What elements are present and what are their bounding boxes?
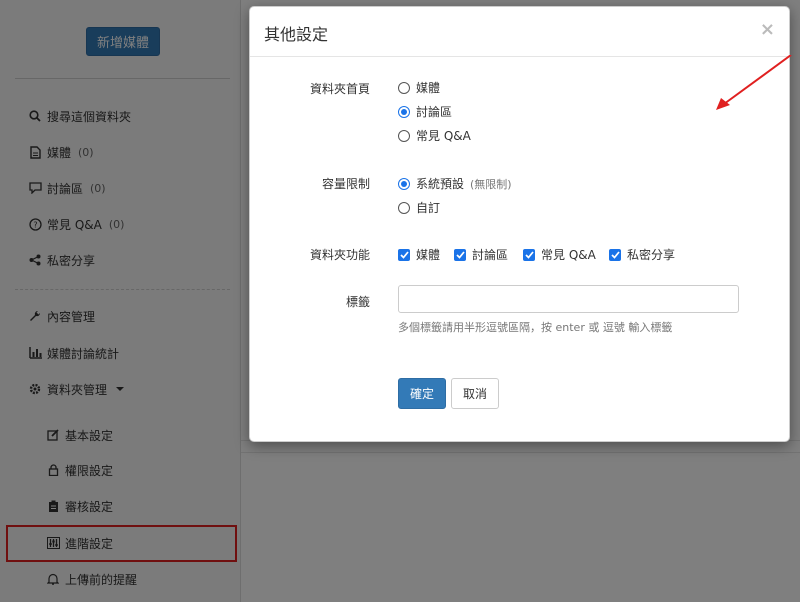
modal-title: 其他設定 [264,25,329,44]
option-label: 自訂 [416,201,441,215]
homepage-label: 資料夾首頁 [309,82,370,96]
option-label: 私密分享 [627,248,676,262]
checkbox-checked[interactable] [398,248,410,261]
cancel-button[interactable]: 取消 [451,378,499,409]
quota-label: 容量限制 [321,177,370,191]
feature-media-checkbox[interactable]: 媒體 [398,246,440,263]
features-label: 資料夾功能 [309,248,370,262]
option-label: 討論區 [416,105,453,119]
tags-label: 標籤 [345,295,370,309]
option-label: 媒體 [416,81,441,95]
radio-button[interactable] [398,129,410,142]
homepage-option-media[interactable]: 媒體 [398,79,440,96]
radio-button-selected[interactable] [398,177,410,190]
tags-input[interactable] [398,285,739,313]
annotation-arrow-icon [716,55,792,110]
option-label: 常見 Q&A [541,248,596,262]
quota-option-custom[interactable]: 自訂 [398,199,440,216]
settings-modal: 其他設定 × 資料夾首頁 媒體 討論區 常見 Q&A 容量限制 系統預設 (無限… [249,6,792,442]
radio-button-selected[interactable] [398,105,410,118]
feature-faq-checkbox[interactable]: 常見 Q&A [523,246,596,263]
checkbox-checked[interactable] [609,248,621,261]
feature-forum-checkbox[interactable]: 討論區 [454,246,508,263]
option-label: 常見 Q&A [416,129,471,143]
option-label: 系統預設 [416,177,465,191]
homepage-option-faq[interactable]: 常見 Q&A [398,127,471,144]
option-label: 媒體 [416,248,441,262]
checkbox-checked[interactable] [523,248,535,261]
option-note: (無限制) [470,177,512,191]
confirm-button[interactable]: 確定 [398,378,446,409]
feature-private-share-checkbox[interactable]: 私密分享 [609,246,675,263]
radio-button[interactable] [398,201,410,214]
tags-help-text: 多個標籤請用半形逗號區隔，按 enter 或 逗號 輸入標籤 [398,321,673,334]
homepage-option-forum[interactable]: 討論區 [398,103,452,120]
quota-option-default[interactable]: 系統預設 (無限制) [398,175,512,192]
modal-header: 其他設定 × [250,7,789,57]
option-label: 討論區 [472,248,509,262]
checkbox-checked[interactable] [454,248,466,261]
close-icon[interactable]: × [760,19,775,40]
radio-button[interactable] [398,81,410,94]
